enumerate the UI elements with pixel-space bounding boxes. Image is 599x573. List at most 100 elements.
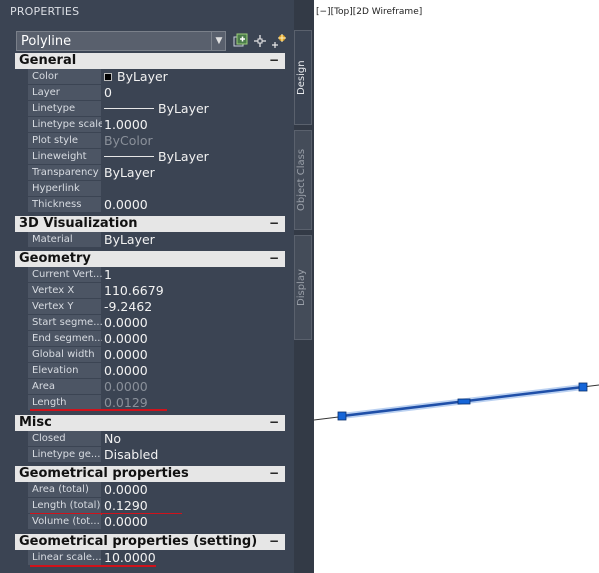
prop-row-thickness[interactable]: Thickness 0.0000 xyxy=(15,197,285,213)
prop-row-vertex-y[interactable]: Vertex Y -9.2462 xyxy=(15,299,285,315)
prop-value-cell[interactable]: 0.0000 xyxy=(102,347,285,363)
section-geometrical-properties-setting-header[interactable]: Geometrical properties (setting) − xyxy=(15,534,285,550)
row-strip xyxy=(15,133,28,149)
vertex-grip-end[interactable] xyxy=(578,382,588,392)
select-objects-icon[interactable] xyxy=(252,33,268,49)
prop-value: 0.0000 xyxy=(104,363,148,378)
section-geometry-header[interactable]: Geometry − xyxy=(15,251,285,267)
prop-row-vertex-x[interactable]: Vertex X 110.6679 xyxy=(15,283,285,299)
prop-value-cell[interactable]: 0.0000 xyxy=(102,197,285,213)
prop-name-cell: Color xyxy=(28,69,101,85)
prop-value: 0.0000 xyxy=(104,514,148,529)
prop-value-cell[interactable]: 0.0000 xyxy=(102,482,285,498)
prop-name-cell: Area xyxy=(28,379,101,395)
prop-row-area-total[interactable]: Area (total) 0.0000 xyxy=(15,482,285,498)
prop-row-transparency[interactable]: Transparency ByLayer xyxy=(15,165,285,181)
prop-value-cell[interactable]: ByLayer xyxy=(102,149,285,165)
prop-name-cell: Linetype ge... xyxy=(28,447,101,463)
prop-value-cell[interactable]: 0.0000 xyxy=(102,514,285,530)
prop-name-cell: Lineweight xyxy=(28,149,101,165)
prop-value-cell[interactable] xyxy=(102,181,285,197)
tab-design[interactable]: Design xyxy=(294,30,312,125)
prop-row-lineweight[interactable]: Lineweight ByLayer xyxy=(15,149,285,165)
prop-value-cell[interactable]: ByLayer xyxy=(102,232,285,248)
prop-name-cell: Vertex X xyxy=(28,283,101,299)
prop-value-cell[interactable]: 10.0000 xyxy=(102,550,285,566)
toggle-pickadd-icon[interactable] xyxy=(272,33,288,49)
collapse-icon[interactable]: − xyxy=(267,415,281,431)
prop-row-linetype[interactable]: Linetype ByLayer xyxy=(15,101,285,117)
prop-row-elevation[interactable]: Elevation 0.0000 xyxy=(15,363,285,379)
section-geometrical-properties-header[interactable]: Geometrical properties − xyxy=(15,466,285,482)
prop-row-volume-total[interactable]: Volume (tot... 0.0000 xyxy=(15,514,285,530)
prop-value-cell[interactable]: 0.0000 xyxy=(102,331,285,347)
prop-row-end-segment[interactable]: End segmen... 0.0000 xyxy=(15,331,285,347)
prop-row-area[interactable]: Area 0.0000 xyxy=(15,379,285,395)
prop-value-cell[interactable]: ByLayer xyxy=(102,69,285,85)
quick-select-icon[interactable] xyxy=(233,33,249,49)
prop-row-plot-style[interactable]: Plot style ByColor xyxy=(15,133,285,149)
prop-name: Length xyxy=(32,397,67,408)
lineweight-preview-icon xyxy=(104,156,154,157)
prop-value-cell[interactable]: 110.6679 xyxy=(102,283,285,299)
row-strip xyxy=(15,550,28,566)
prop-name: Start segme... xyxy=(32,317,102,328)
section-3d-visualization-header[interactable]: 3D Visualization − xyxy=(15,216,285,232)
palette-title-bar[interactable]: PROPERTIES xyxy=(0,0,314,24)
chevron-down-icon[interactable]: ▼ xyxy=(211,31,226,51)
prop-name: Volume (tot... xyxy=(32,516,100,527)
prop-name-cell: Layer xyxy=(28,85,101,101)
section-general-header[interactable]: General − xyxy=(15,53,285,69)
prop-row-current-vertex[interactable]: Current Vert... 1 xyxy=(15,267,285,283)
prop-value-cell[interactable]: Disabled xyxy=(102,447,285,463)
drawing-viewport[interactable]: [−][Top][2D Wireframe] xyxy=(314,0,599,573)
prop-value-cell[interactable]: 0.1290 xyxy=(102,498,285,514)
prop-row-material[interactable]: Material ByLayer xyxy=(15,232,285,248)
prop-row-global-width[interactable]: Global width 0.0000 xyxy=(15,347,285,363)
prop-name: Hyperlink xyxy=(32,183,80,194)
prop-name: Color xyxy=(32,71,59,82)
row-strip xyxy=(15,315,28,331)
vertex-grip-start[interactable] xyxy=(337,411,347,421)
prop-row-linetype-generation[interactable]: Linetype ge... Disabled xyxy=(15,447,285,463)
section-misc-header[interactable]: Misc − xyxy=(15,415,285,431)
object-type-dropdown[interactable]: Polyline xyxy=(16,31,226,51)
prop-name: Length (total) xyxy=(32,500,101,511)
collapse-icon[interactable]: − xyxy=(267,251,281,267)
prop-value-cell[interactable]: -9.2462 xyxy=(102,299,285,315)
prop-value-cell[interactable]: 0.0000 xyxy=(102,363,285,379)
collapse-icon[interactable]: − xyxy=(267,53,281,69)
prop-name-cell: Linetype scale xyxy=(28,117,102,133)
collapse-icon[interactable]: − xyxy=(267,216,281,232)
prop-value-cell[interactable]: 0 xyxy=(102,85,285,101)
collapse-icon[interactable]: − xyxy=(267,466,281,482)
tab-object-class[interactable]: Object Class xyxy=(294,130,312,230)
midpoint-grip[interactable] xyxy=(457,398,471,405)
prop-row-closed[interactable]: Closed No xyxy=(15,431,285,447)
prop-value-cell[interactable]: ByLayer xyxy=(102,165,285,181)
prop-row-hyperlink[interactable]: Hyperlink xyxy=(15,181,285,197)
prop-value-cell[interactable]: 0.0000 xyxy=(102,315,285,331)
prop-row-layer[interactable]: Layer 0 xyxy=(15,85,285,101)
prop-value-cell[interactable]: 1 xyxy=(102,267,285,283)
prop-row-start-segment[interactable]: Start segme... 0.0000 xyxy=(15,315,285,331)
prop-row-linetype-scale[interactable]: Linetype scale 1.0000 xyxy=(15,117,285,133)
tab-display[interactable]: Display xyxy=(294,235,312,340)
prop-value-cell[interactable]: ByLayer xyxy=(102,101,285,117)
prop-row-linear-scale[interactable]: Linear scale... 10.0000 xyxy=(15,550,285,566)
prop-row-length-total[interactable]: Length (total) 0.1290 xyxy=(15,498,285,514)
prop-value: 1.0000 xyxy=(104,117,148,132)
section-title: General xyxy=(19,53,77,68)
drawing-canvas[interactable] xyxy=(314,0,599,573)
prop-name: Material xyxy=(32,234,73,245)
section-title: Geometrical properties xyxy=(19,466,189,481)
prop-name-cell: End segmen... xyxy=(28,331,102,347)
prop-name: Layer xyxy=(32,87,60,98)
tab-label: Object Class xyxy=(296,148,307,212)
collapse-icon[interactable]: − xyxy=(267,534,281,550)
prop-value-cell[interactable]: No xyxy=(102,431,285,447)
prop-value: 0.0000 xyxy=(104,197,148,212)
prop-value-cell[interactable]: 1.0000 xyxy=(102,117,285,133)
prop-row-color[interactable]: Color ByLayer xyxy=(15,69,285,85)
prop-value-cell: 0.0000 xyxy=(102,379,285,395)
